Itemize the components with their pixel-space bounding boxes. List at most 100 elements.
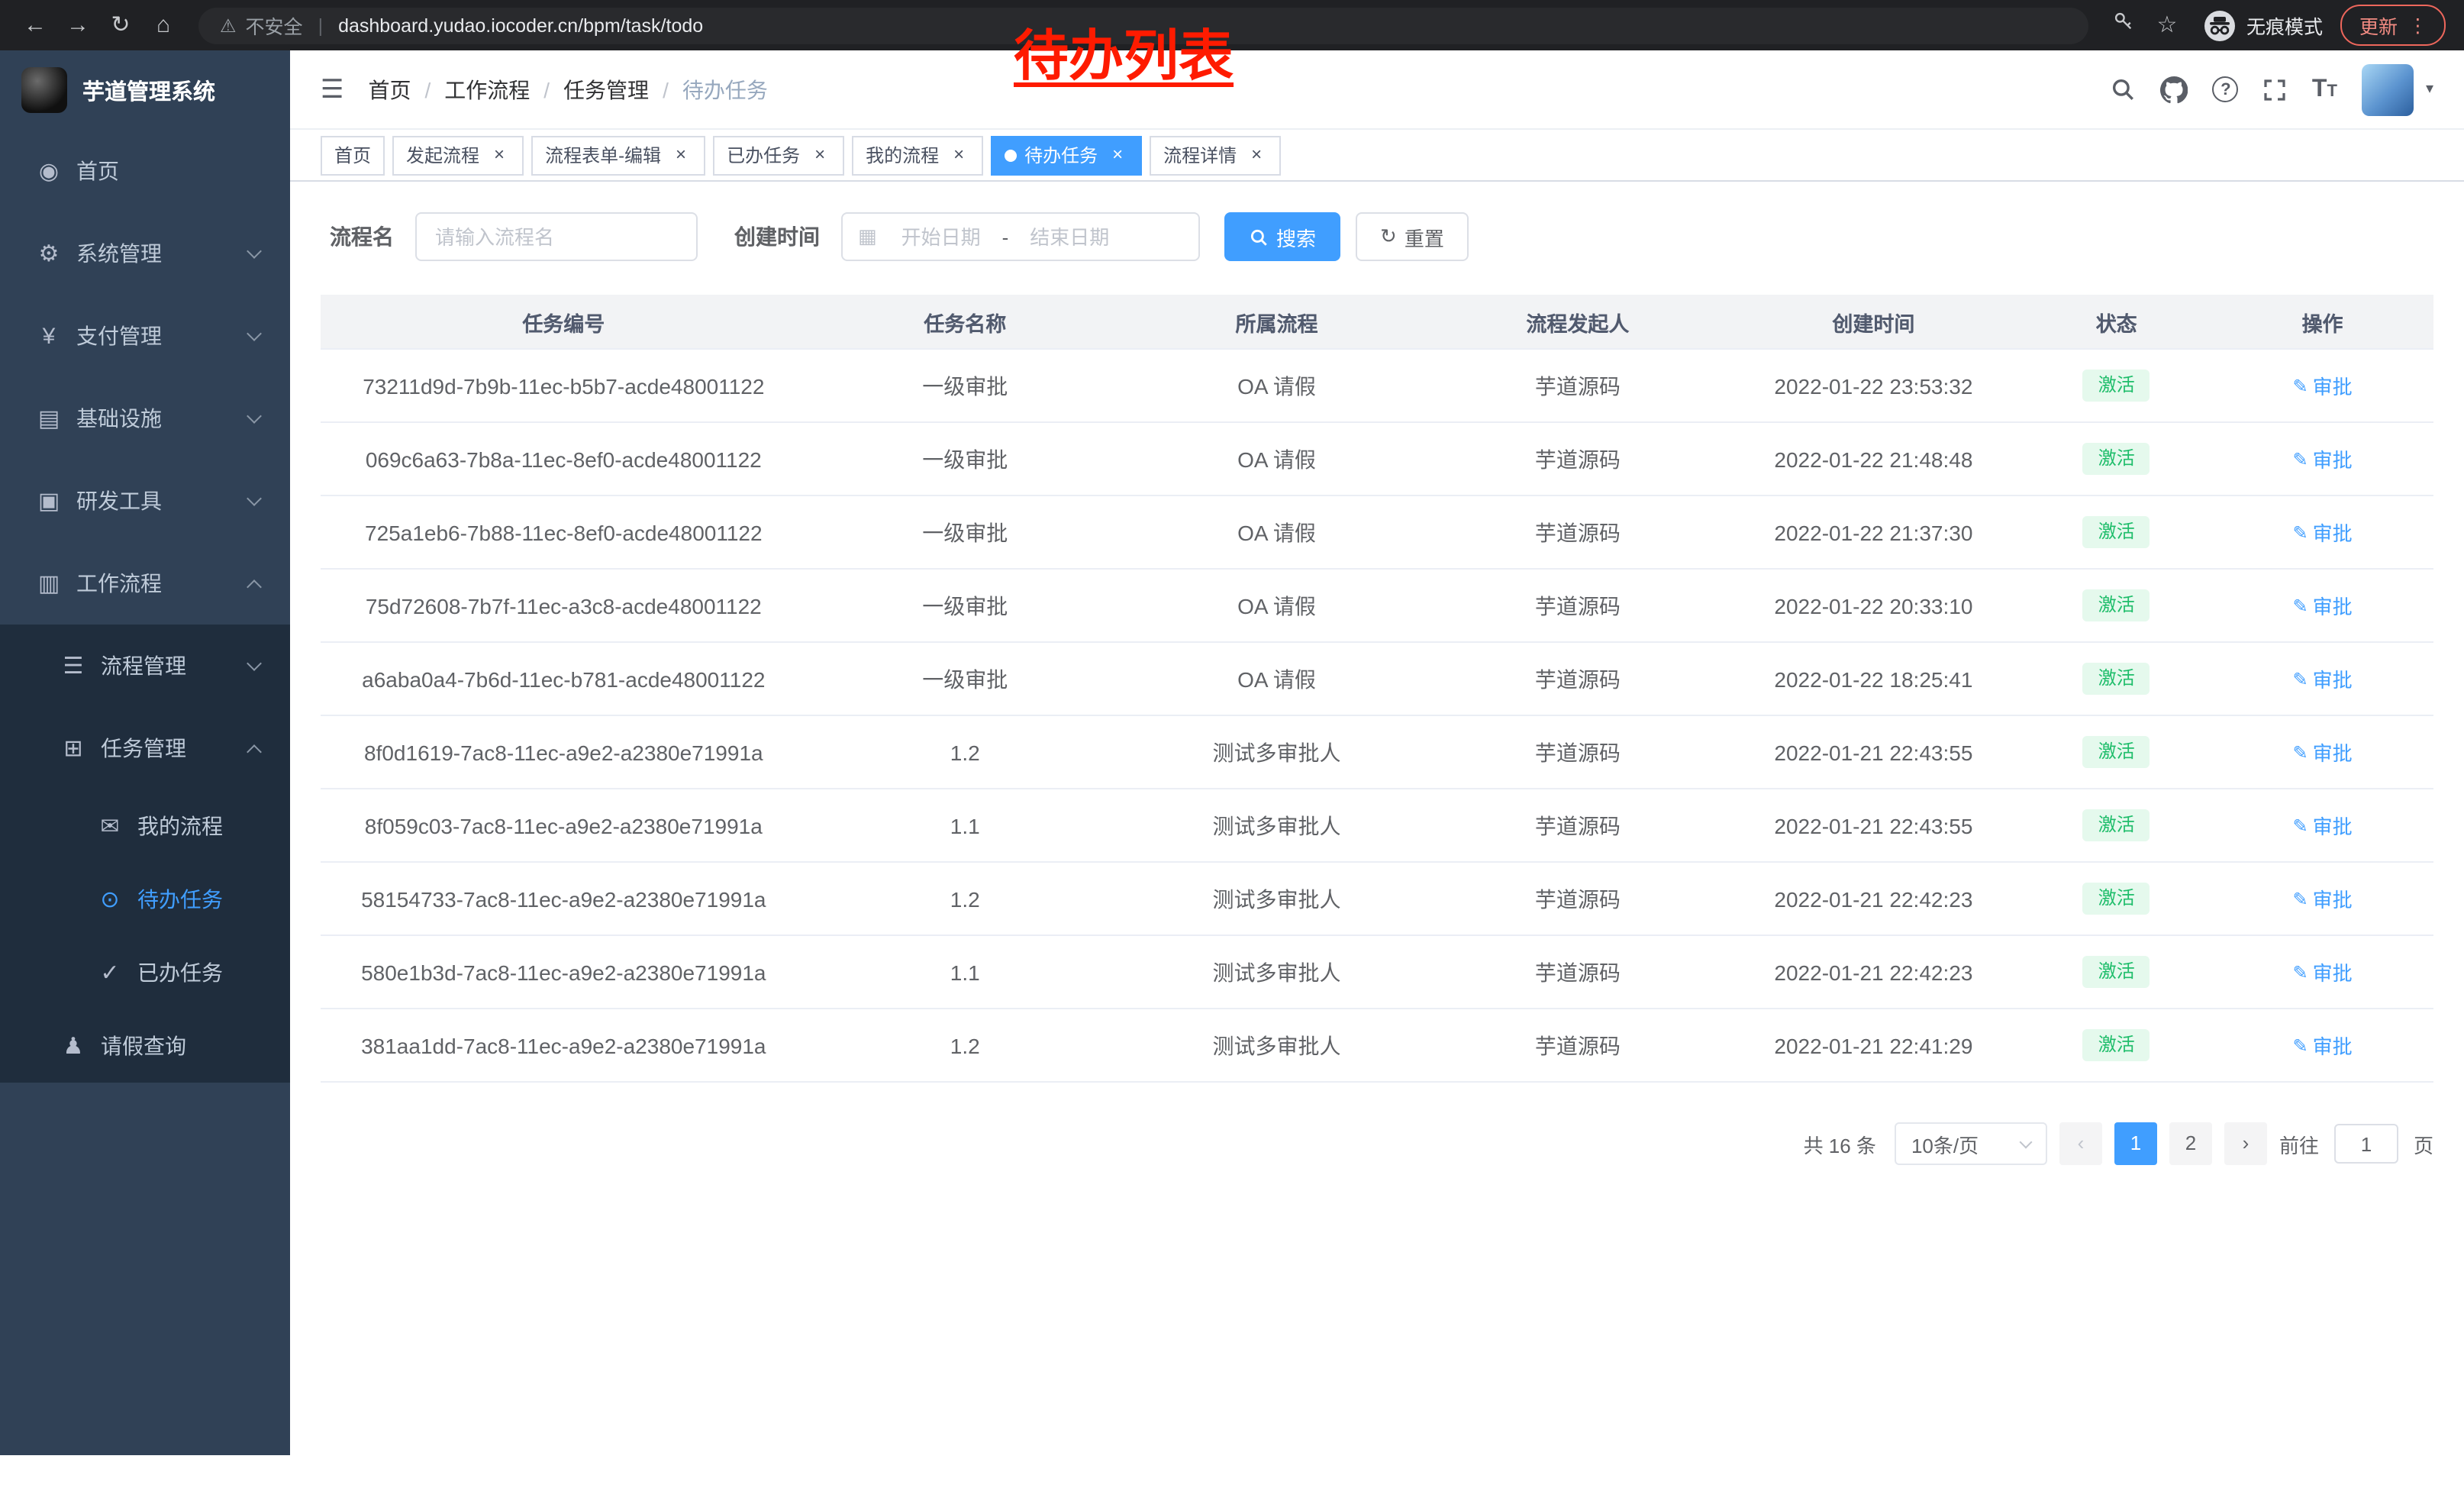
page-size-value: 10条/页 (1911, 1129, 1979, 1158)
sidebar-item-my-process[interactable]: ✉ 我的流程 (0, 789, 290, 863)
table-row: 725a1eb6-7b88-11ec-8ef0-acde48001122 一级审… (321, 496, 2433, 570)
approve-link[interactable]: ✎ 审批 (2292, 738, 2352, 767)
tab-start-process[interactable]: 发起流程 × (392, 135, 524, 175)
next-page-button[interactable]: › (2224, 1122, 2267, 1165)
forward-icon[interactable]: → (58, 0, 98, 50)
approve-link[interactable]: ✎ 审批 (2292, 664, 2352, 693)
close-icon[interactable]: × (1107, 144, 1128, 166)
approve-link[interactable]: ✎ 审批 (2292, 591, 2352, 620)
font-size-icon[interactable]: TT (2312, 76, 2337, 103)
cell-action: ✎ 审批 (2211, 957, 2433, 986)
table-row: 580e1b3d-7ac8-11ec-a9e2-a2380e71991a 1.1… (321, 936, 2433, 1009)
start-date-input[interactable] (883, 225, 999, 248)
tab-process-detail[interactable]: 流程详情 × (1150, 135, 1281, 175)
close-icon[interactable]: × (489, 144, 510, 166)
search-button[interactable]: 搜索 (1224, 212, 1340, 261)
sidebar-item-system[interactable]: ⚙ 系统管理 (0, 212, 290, 295)
active-tab-dot (1005, 149, 1017, 161)
close-icon[interactable]: × (670, 144, 692, 166)
sidebar-item-task-manage[interactable]: ⊞ 任务管理 (0, 707, 290, 789)
status-badge: 激活 (2083, 1028, 2150, 1061)
close-icon[interactable]: × (1246, 144, 1267, 166)
approve-link-label: 审批 (2313, 738, 2353, 767)
date-range-picker[interactable]: ▦ - (841, 212, 1200, 261)
update-button[interactable]: 更新 ⋮ (2341, 5, 2446, 46)
user-avatar[interactable] (2362, 63, 2414, 115)
chevron-down-icon (247, 408, 262, 424)
goto-page-input[interactable] (2334, 1124, 2398, 1164)
approve-link[interactable]: ✎ 审批 (2292, 884, 2352, 913)
search-icon[interactable] (2111, 76, 2137, 102)
cell-task-id: 069c6a63-7b8a-11ec-8ef0-acde48001122 (321, 447, 807, 471)
home-icon[interactable]: ⌂ (144, 0, 183, 50)
tab-label: 我的流程 (866, 142, 939, 168)
cell-task-name: 一级审批 (807, 517, 1124, 547)
approve-link[interactable]: ✎ 审批 (2292, 957, 2352, 986)
breadcrumb-home[interactable]: 首页 (369, 74, 411, 105)
sidebar-item-done-tasks[interactable]: ✓ 已办任务 (0, 936, 290, 1009)
sidebar-item-infrastructure[interactable]: ▤ 基础设施 (0, 377, 290, 460)
approve-link[interactable]: ✎ 审批 (2292, 811, 2352, 840)
prev-page-button[interactable]: ‹ (2059, 1122, 2102, 1165)
breadcrumb-workflow[interactable]: 工作流程 (444, 74, 530, 105)
chevron-down-icon (247, 491, 262, 506)
star-icon[interactable]: ☆ (2147, 0, 2187, 50)
sidebar-item-todo-tasks[interactable]: ⊙ 待办任务 (0, 863, 290, 936)
reload-icon[interactable]: ↻ (101, 0, 140, 50)
column-header: 流程发起人 (1430, 306, 1726, 337)
logo: 芋道管理系统 (0, 50, 290, 130)
sidebar-item-home[interactable]: ◉ 首页 (0, 130, 290, 212)
sidebar-item-workflow[interactable]: ▥ 工作流程 (0, 542, 290, 625)
status-badge: 激活 (2083, 662, 2150, 695)
grid-icon: ▤ (31, 405, 67, 432)
avatar-caret-icon[interactable]: ▾ (2426, 81, 2433, 98)
fullscreen-icon[interactable] (2263, 77, 2288, 102)
top-header: ☰ 首页 / 工作流程 / 任务管理 / 待办任务 (290, 50, 2464, 130)
tab-my-process[interactable]: 我的流程 × (852, 135, 983, 175)
page-2-button[interactable]: 2 (2169, 1122, 2212, 1165)
table-row: 75d72608-7b7f-11ec-a3c8-acde48001122 一级审… (321, 570, 2433, 643)
browser-menu-icon[interactable]: ⋮ (2408, 14, 2427, 37)
tab-home[interactable]: 首页 (321, 135, 385, 175)
page-1-button[interactable]: 1 (2114, 1122, 2157, 1165)
cell-status: 激活 (2021, 882, 2211, 915)
approve-link[interactable]: ✎ 审批 (2292, 1031, 2352, 1060)
cell-status: 激活 (2021, 589, 2211, 621)
approve-link[interactable]: ✎ 审批 (2292, 444, 2352, 473)
cell-action: ✎ 审批 (2211, 884, 2433, 913)
breadcrumb-separator: / (663, 77, 669, 102)
sidebar-item-leave-query[interactable]: ♟ 请假查询 (0, 1009, 290, 1083)
help-icon[interactable]: ? (2213, 76, 2239, 102)
end-date-input[interactable] (1011, 225, 1127, 248)
page-size-select[interactable]: 10条/页 (1895, 1122, 2047, 1165)
github-icon[interactable] (2161, 76, 2188, 103)
cell-status: 激活 (2021, 735, 2211, 768)
tab-form-edit[interactable]: 流程表单-编辑 × (531, 135, 705, 175)
approve-link-label: 审批 (2313, 371, 2353, 400)
close-icon[interactable]: × (809, 144, 830, 166)
close-icon[interactable]: × (948, 144, 969, 166)
process-name-input[interactable] (415, 212, 698, 261)
sidebar-item-payment[interactable]: ¥ 支付管理 (0, 295, 290, 377)
reset-button-label: 重置 (1405, 222, 1444, 251)
collapse-sidebar-icon[interactable]: ☰ (321, 74, 344, 105)
header-actions: ? TT ▾ (2111, 63, 2433, 115)
sidebar-item-devtools[interactable]: ▣ 研发工具 (0, 460, 290, 542)
breadcrumb-task-manage[interactable]: 任务管理 (563, 74, 649, 105)
approve-link-label: 审批 (2313, 591, 2353, 620)
table-row: 381aa1dd-7ac8-11ec-a9e2-a2380e71991a 1.2… (321, 1009, 2433, 1083)
sidebar-item-process-manage[interactable]: ☰ 流程管理 (0, 625, 290, 707)
chevron-down-icon (2019, 1135, 2032, 1148)
tab-label: 流程详情 (1163, 142, 1237, 168)
security-label[interactable]: 不安全 (246, 11, 303, 40)
search-button-label: 搜索 (1276, 222, 1316, 251)
incognito-badge: 无痕模式 (2205, 10, 2323, 40)
reset-button[interactable]: ↻ 重置 (1356, 212, 1469, 261)
approve-link[interactable]: ✎ 审批 (2292, 371, 2352, 400)
key-icon[interactable] (2104, 0, 2144, 50)
status-badge: 激活 (2083, 442, 2150, 475)
back-icon[interactable]: ← (15, 0, 55, 50)
tab-todo-tasks[interactable]: 待办任务 × (991, 135, 1142, 175)
tab-done-tasks[interactable]: 已办任务 × (713, 135, 844, 175)
approve-link[interactable]: ✎ 审批 (2292, 518, 2352, 547)
